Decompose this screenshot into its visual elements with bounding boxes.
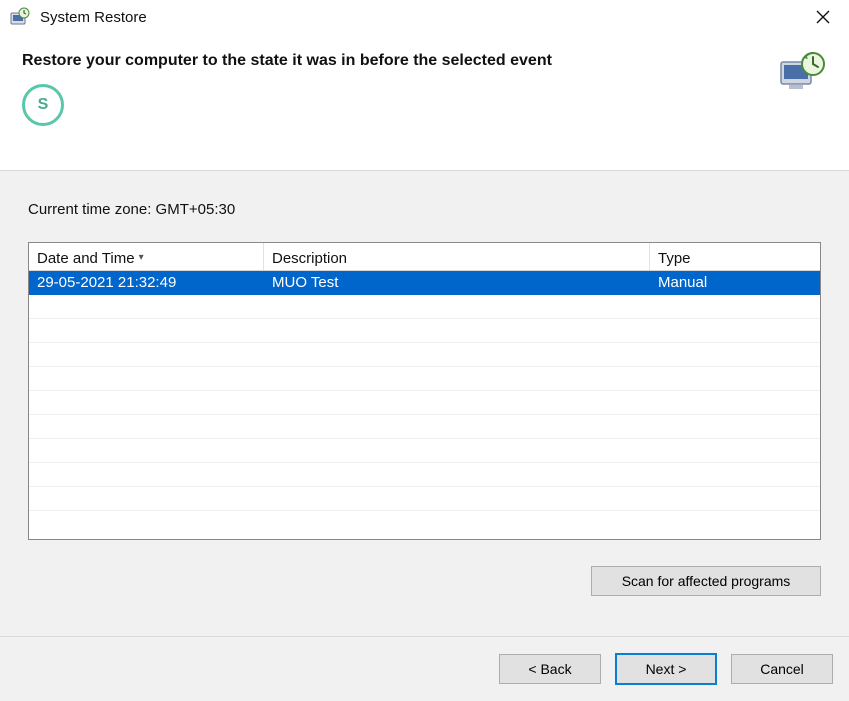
table-row[interactable] bbox=[29, 439, 820, 463]
restore-computer-icon bbox=[779, 52, 827, 92]
table-header: Date and Time ▾ Description Type bbox=[29, 243, 820, 271]
window-title: System Restore bbox=[40, 9, 803, 26]
cancel-button[interactable]: Cancel bbox=[731, 654, 833, 684]
table-row[interactable] bbox=[29, 343, 820, 367]
column-header-type[interactable]: Type bbox=[650, 243, 820, 270]
wizard-footer: < Back Next > Cancel bbox=[0, 637, 849, 701]
column-header-description-label: Description bbox=[272, 250, 347, 267]
watermark-text: S bbox=[38, 96, 49, 114]
timezone-label: Current time zone: GMT+05:30 bbox=[28, 201, 821, 218]
table-row[interactable] bbox=[29, 487, 820, 511]
table-row[interactable]: 29-05-2021 21:32:49 MUO Test Manual bbox=[29, 271, 820, 295]
restore-points-table: Date and Time ▾ Description Type 29-05-2… bbox=[28, 242, 821, 540]
table-row[interactable] bbox=[29, 367, 820, 391]
close-button[interactable] bbox=[803, 2, 843, 32]
cell-datetime: 29-05-2021 21:32:49 bbox=[29, 274, 264, 291]
wizard-header: Restore your computer to the state it wa… bbox=[0, 34, 849, 171]
wizard-content: Current time zone: GMT+05:30 Date and Ti… bbox=[0, 171, 849, 637]
next-button[interactable]: Next > bbox=[615, 653, 717, 685]
wizard-heading: Restore your computer to the state it wa… bbox=[22, 52, 552, 70]
table-row[interactable] bbox=[29, 415, 820, 439]
column-header-datetime-label: Date and Time bbox=[37, 250, 135, 267]
scan-affected-programs-button[interactable]: Scan for affected programs bbox=[591, 566, 821, 596]
close-icon bbox=[816, 10, 830, 24]
watermark-badge: S bbox=[22, 84, 64, 126]
column-header-datetime[interactable]: Date and Time ▾ bbox=[29, 243, 264, 270]
table-row[interactable] bbox=[29, 319, 820, 343]
titlebar: System Restore bbox=[0, 0, 849, 34]
system-restore-icon bbox=[10, 7, 30, 27]
column-header-description[interactable]: Description bbox=[264, 243, 650, 270]
back-button[interactable]: < Back bbox=[499, 654, 601, 684]
cell-description: MUO Test bbox=[264, 274, 650, 291]
table-row[interactable] bbox=[29, 391, 820, 415]
sort-descending-icon: ▾ bbox=[139, 252, 144, 263]
cell-type: Manual bbox=[650, 274, 820, 291]
column-header-type-label: Type bbox=[658, 250, 691, 267]
table-row[interactable] bbox=[29, 463, 820, 487]
table-row[interactable] bbox=[29, 511, 820, 535]
table-body: 29-05-2021 21:32:49 MUO Test Manual bbox=[29, 271, 820, 539]
table-row[interactable] bbox=[29, 295, 820, 319]
